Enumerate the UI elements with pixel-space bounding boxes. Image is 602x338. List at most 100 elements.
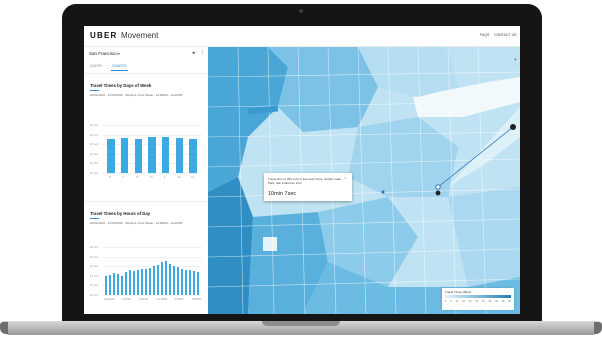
gridline (102, 256, 202, 258)
x-tick-label: W (136, 176, 139, 179)
chart-bar[interactable] (144, 269, 148, 295)
chevron-down-icon[interactable]: ▾ (118, 51, 120, 56)
chart-bar[interactable] (148, 268, 152, 295)
destination-pin-icon[interactable] (510, 124, 516, 130)
nav-contact-link[interactable]: CONTACT US (494, 33, 516, 37)
gridline (102, 173, 202, 174)
legend-tick: 35 (488, 300, 492, 303)
city-selector[interactable]: San Francisco (89, 51, 118, 56)
chart-bar[interactable] (120, 275, 124, 295)
legend-tick: 40 (495, 300, 498, 303)
tab-query[interactable]: QUERY (90, 64, 102, 68)
legend-gradient (445, 295, 511, 298)
legend-tick: 50 (508, 300, 511, 303)
chart-bar[interactable] (161, 137, 170, 173)
chart-bar[interactable] (164, 261, 168, 295)
y-tick-label: 12 min (90, 161, 99, 166)
chart-bar[interactable] (175, 137, 184, 173)
y-tick-label: 14 min (90, 151, 99, 156)
y-tick-label: 18 min (90, 254, 99, 259)
x-tick-label: 12:00PM (156, 298, 168, 301)
x-tick-label: T (122, 176, 125, 179)
chart2-title: Travel Times by Hours of Day (90, 211, 151, 216)
app-screen: UBER Movement FAQS CONTACT US San Franci… (84, 26, 520, 314)
legend-tick: 25 (475, 300, 478, 303)
route-start-dot-icon (381, 190, 385, 194)
chart-bar[interactable] (180, 268, 184, 295)
product-name: Movement (121, 31, 159, 40)
gridline (102, 247, 202, 248)
map-view[interactable] (208, 47, 520, 314)
y-tick-label: 14 min (90, 273, 99, 278)
x-tick-label: 4:00AM (121, 298, 131, 301)
chart-bar[interactable] (134, 139, 143, 173)
chart-bar[interactable] (128, 270, 132, 295)
popup-travel-time: 10min 7sec (268, 191, 297, 197)
y-tick-label: 10 min (90, 171, 99, 175)
popup-description: Travel time to 390 John F Kennedy Drive,… (268, 177, 342, 185)
y-tick-label: 20 min (90, 123, 99, 127)
top-bar: UBER Movement FAQS CONTACT US (84, 26, 520, 47)
chart-bar[interactable] (124, 271, 128, 295)
chart-bar[interactable] (112, 273, 116, 295)
chart-bar[interactable] (156, 264, 160, 295)
chart-bar[interactable] (104, 275, 108, 295)
chart-bar[interactable] (108, 274, 112, 295)
gridline (102, 125, 202, 126)
chart-bar[interactable] (120, 137, 129, 173)
legend-tick: 5 (450, 300, 452, 303)
chart2-accent (90, 218, 99, 219)
x-tick-label: Sa (177, 176, 181, 179)
chart-bar[interactable] (160, 262, 164, 295)
chart1-accent (90, 90, 99, 91)
chart-bar[interactable] (189, 139, 197, 173)
route-midpoint-icon[interactable] (435, 184, 441, 190)
zoom-in-icon[interactable]: + (514, 57, 517, 63)
laptop-foot-right (594, 322, 602, 334)
more-icon[interactable]: ⋮ (200, 50, 205, 56)
chart1-subtitle: 10/01/2016 - 12/31/2016 · All Days of th… (90, 93, 183, 97)
lake (263, 237, 277, 251)
chart-bar[interactable] (132, 271, 136, 295)
chart-bar[interactable] (148, 137, 156, 173)
chart-bar[interactable] (152, 266, 156, 295)
chart-bar[interactable] (116, 274, 120, 295)
legend-title: Travel Times (Mins) (445, 290, 472, 294)
nav-faq-link[interactable]: FAQS (480, 33, 489, 37)
chart-bar[interactable] (192, 271, 196, 295)
chart-bar[interactable] (168, 263, 172, 295)
chart-bar[interactable] (188, 270, 192, 295)
side-panel: San Francisco ▾ ◂ ⋮ QUERY CHARTS Travel … (84, 47, 209, 314)
y-tick-label: 16 min (90, 264, 99, 269)
chart-bar[interactable] (107, 139, 115, 173)
x-tick-label: 8:00AM (139, 298, 149, 301)
legend-tick: 0 (445, 300, 447, 303)
chart-bar[interactable] (140, 268, 144, 295)
chart-bar[interactable] (136, 269, 140, 295)
origin-pin-icon[interactable] (435, 190, 441, 196)
legend-tick: 10 (455, 300, 459, 303)
share-icon[interactable]: ◂ (192, 50, 195, 56)
legend-tick: 45 (501, 300, 505, 303)
y-tick-label: 16 min (90, 142, 99, 147)
x-tick-label: F (163, 176, 166, 179)
tab-charts[interactable]: CHARTS (112, 64, 126, 68)
x-tick-label: 8:00PM (192, 298, 201, 301)
close-icon[interactable]: × (344, 175, 346, 180)
y-tick-label: 12 min (90, 283, 99, 288)
chart-bar[interactable] (196, 271, 200, 295)
x-tick-label: M (108, 176, 112, 179)
y-tick-label: 18 min (90, 132, 99, 137)
laptop-foot-left (0, 322, 8, 334)
legend-tick: 15 (462, 300, 465, 303)
uber-logo: UBER (90, 31, 118, 40)
active-tab-indicator (111, 70, 128, 71)
x-tick-label: 12:00AM (104, 298, 115, 301)
chart1-title: Travel Times by Days of Week (90, 83, 152, 88)
chart-bar[interactable] (172, 266, 176, 295)
legend-ticks: 0 5 10 15 20 25 30 35 40 45 50 (445, 300, 511, 304)
chart-bar[interactable] (184, 269, 188, 295)
legend-tick: 20 (468, 300, 472, 303)
chart-bar[interactable] (176, 267, 180, 295)
y-tick-label: 10 min (90, 293, 99, 297)
